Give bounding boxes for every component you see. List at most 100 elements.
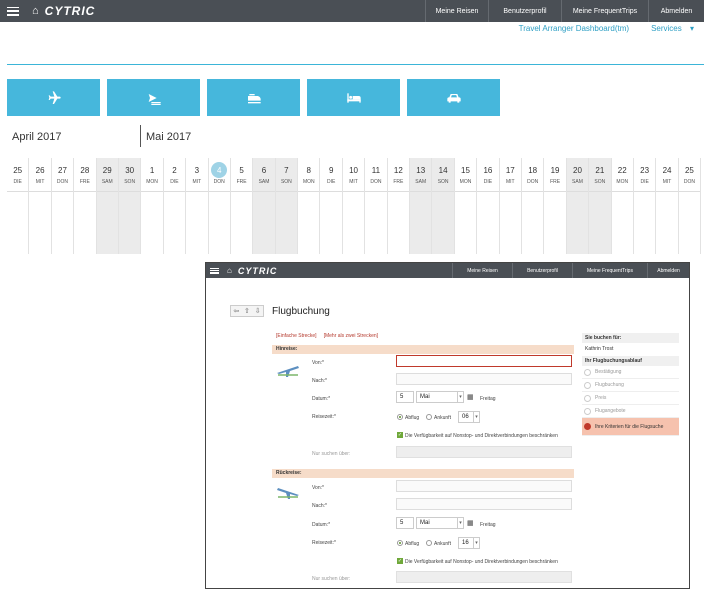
return-arrival-label: Ankunft <box>434 541 451 547</box>
weekday-label: SAM <box>415 179 427 185</box>
day-number: 15 <box>461 165 470 175</box>
calendar-icon[interactable]: ▦ <box>467 519 474 527</box>
calendar-day[interactable]: 23 DIE <box>633 158 657 254</box>
outbound-via-input[interactable] <box>396 446 572 458</box>
return-via-input[interactable] <box>396 571 572 583</box>
calendar-day[interactable]: 14 SON <box>432 158 455 254</box>
outbound-hour-select[interactable]: 06 ▾ <box>458 411 480 423</box>
outbound-departure-radio[interactable] <box>397 414 403 420</box>
arrow-up-icon[interactable]: ⇧ <box>244 307 250 315</box>
weekday-label: SAM <box>258 179 270 185</box>
nav-benutzerprofil[interactable]: Benutzerprofil <box>488 0 561 22</box>
nav-abmelden[interactable]: Abmelden <box>648 0 704 22</box>
calendar-day[interactable]: 25 DIE <box>7 158 30 254</box>
return-to-input[interactable] <box>396 498 572 510</box>
calendar-day[interactable]: 15 MON <box>454 158 478 254</box>
calendar-day[interactable]: 12 FRE <box>387 158 411 254</box>
calendar-day[interactable]: 5 FRE <box>230 158 254 254</box>
calendar-day[interactable]: 22 MON <box>611 158 634 254</box>
calendar-day[interactable]: 19 FRE <box>544 158 567 254</box>
rail-flight-button[interactable] <box>107 79 200 116</box>
day-divider <box>320 191 342 192</box>
one-way-link[interactable]: [Einfache Strecke] <box>276 333 317 339</box>
outbound-month-select[interactable]: Mai ▾ <box>416 391 464 403</box>
outbound-arrival-radio[interactable] <box>426 414 432 420</box>
calendar-day[interactable]: 16 DIE <box>477 158 500 254</box>
caret-down-icon: ▾ <box>689 24 694 33</box>
step-arrows[interactable]: ⇦ ⇧ ⇩ <box>230 305 264 317</box>
nav-frequent-trips[interactable]: Meine FrequentTrips <box>561 0 648 22</box>
outbound-to-input[interactable] <box>396 373 572 385</box>
nav-abmelden[interactable]: Abmelden <box>647 263 689 278</box>
calendar-day[interactable]: 18 DON <box>521 158 545 254</box>
return-from-input[interactable] <box>396 480 572 492</box>
calendar-day[interactable]: 28 FRE <box>74 158 97 254</box>
calendar-day[interactable]: 30 SON <box>118 158 142 254</box>
flight-button[interactable] <box>7 79 100 116</box>
day-number: 29 <box>102 165 112 175</box>
nav-benutzerprofil[interactable]: Benutzerprofil <box>512 263 572 278</box>
calendar-day[interactable]: 10 MIT <box>342 158 366 254</box>
day-divider <box>611 191 633 192</box>
calendar-day[interactable]: 29 SAM <box>96 158 119 254</box>
calendar-day[interactable]: 8 MON <box>298 158 321 254</box>
arrow-down-icon[interactable]: ⇩ <box>255 307 261 315</box>
services-menu[interactable]: Services ▾ <box>651 24 694 33</box>
return-arrival-radio[interactable] <box>426 540 432 546</box>
calendar-icon[interactable]: ▦ <box>467 393 474 401</box>
calendar-day[interactable]: 13 SAM <box>410 158 433 254</box>
step-confirmation[interactable]: Bestätigung <box>582 366 679 379</box>
outbound-nonstop-checkbox[interactable]: ✓ <box>397 432 403 438</box>
calendar-day[interactable]: 3 MIT <box>186 158 209 254</box>
step-offers[interactable]: Flugangebote <box>582 405 679 418</box>
weekday-label: SAM <box>101 179 113 185</box>
calendar-day[interactable]: 11 DON <box>365 158 388 254</box>
arrow-left-icon[interactable]: ⇦ <box>233 307 239 315</box>
calendar-day[interactable]: 9 DIE <box>320 158 343 254</box>
step-criteria[interactable]: Ihre Kriterien für die Flugsuche <box>582 418 679 436</box>
menu-icon[interactable] <box>7 6 19 16</box>
outbound-from-input[interactable] <box>396 355 572 367</box>
day-number: 4 <box>211 162 228 178</box>
outbound-nonstop-label: Die Verfügbarkeit auf Nonstop- und Direk… <box>405 433 558 439</box>
calendar-day[interactable]: 17 MIT <box>499 158 522 254</box>
calendar-day[interactable]: 20 SAM <box>566 158 590 254</box>
calendar-day[interactable]: 24 MIT <box>656 158 679 254</box>
return-date-label: Datum:* <box>312 522 331 528</box>
return-month-select[interactable]: Mai ▾ <box>416 517 464 529</box>
return-nonstop-checkbox[interactable]: ✓ <box>397 558 403 564</box>
calendar-day[interactable]: 27 DON <box>51 158 75 254</box>
outbound-day-field[interactable]: 5 <box>396 391 414 403</box>
menu-icon[interactable] <box>210 267 219 274</box>
return-day-field[interactable]: 5 <box>396 517 414 529</box>
chevron-down-icon: ▾ <box>457 392 463 402</box>
day-divider <box>96 191 118 192</box>
hotel-button[interactable] <box>307 79 400 116</box>
multi-leg-link[interactable]: [Mehr als zwei Strecken] <box>324 333 378 339</box>
nav-meine-reisen[interactable]: Meine Reisen <box>452 263 512 278</box>
calendar-day[interactable]: 6 SAM <box>253 158 276 254</box>
calendar-day[interactable]: 2 DIE <box>163 158 187 254</box>
calendar-day[interactable]: 25 DON <box>678 158 702 254</box>
day-number: 25 <box>13 165 23 175</box>
return-hour-select[interactable]: 16 ▾ <box>458 537 480 549</box>
step-flight-booking[interactable]: Flugbuchung <box>582 379 679 392</box>
nav-frequent-trips[interactable]: Meine FrequentTrips <box>572 263 647 278</box>
step-price[interactable]: Preis <box>582 392 679 405</box>
logo[interactable]: ⌂ CYTRIC <box>227 266 277 276</box>
weekday-label: DON <box>213 179 225 185</box>
day-number: 10 <box>349 165 358 175</box>
calendar-day[interactable]: 1 MON <box>141 158 164 254</box>
return-departure-radio[interactable] <box>397 540 403 546</box>
nav-meine-reisen[interactable]: Meine Reisen <box>425 0 488 22</box>
dashboard-link[interactable]: Travel Arranger Dashboard(tm) <box>519 24 629 33</box>
logo[interactable]: ⌂ CYTRIC <box>32 4 95 18</box>
day-divider <box>678 191 701 192</box>
calendar-day[interactable]: 7 SON <box>275 158 299 254</box>
calendar-day[interactable]: 21 SON <box>589 158 612 254</box>
calendar-day[interactable]: 26 MIT <box>29 158 52 254</box>
train-button[interactable] <box>207 79 300 116</box>
booking-for-panel: Sie buchen für: Kathrin Trost <box>582 333 679 355</box>
car-button[interactable] <box>407 79 500 116</box>
calendar-day[interactable]: 4 DON <box>208 158 231 254</box>
